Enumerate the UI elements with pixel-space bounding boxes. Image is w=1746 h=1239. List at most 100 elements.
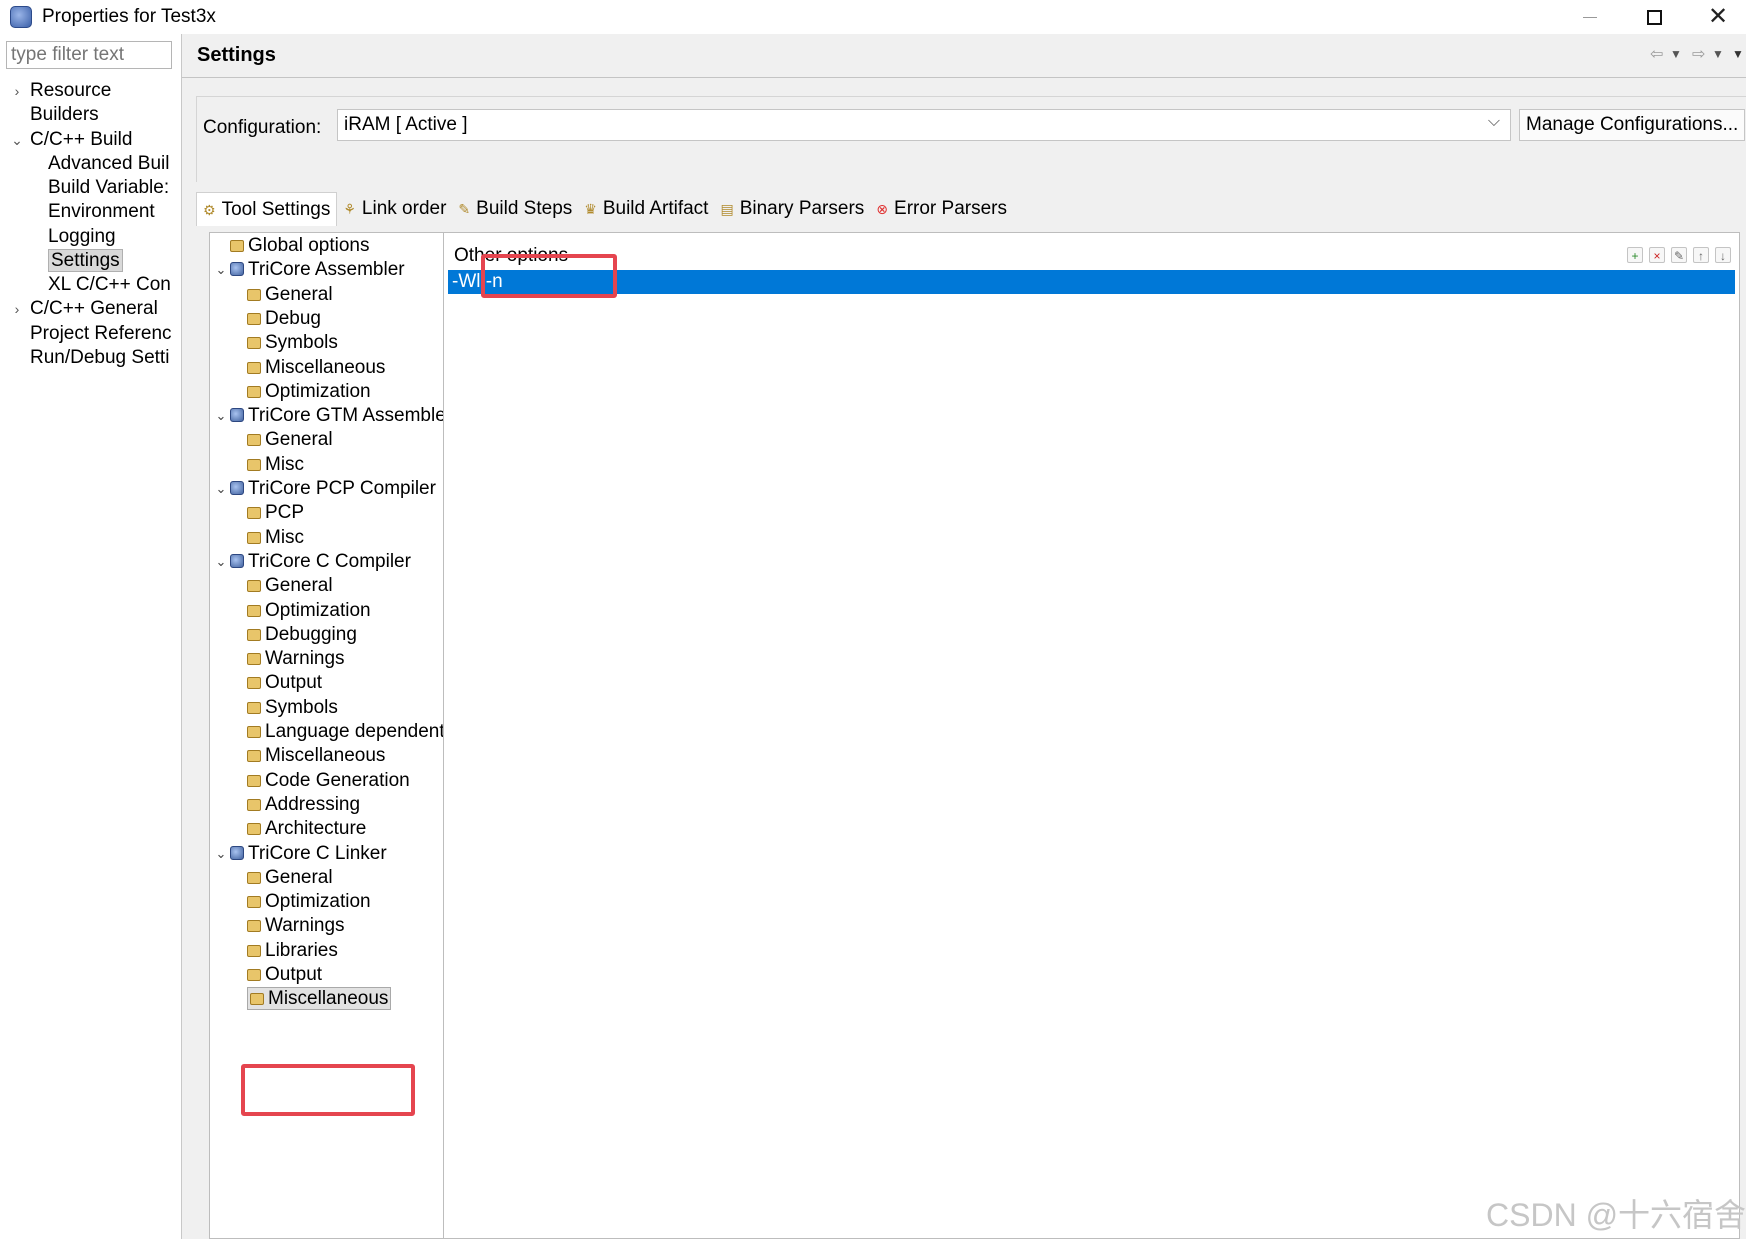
option-category-icon xyxy=(247,604,261,617)
option-category-icon xyxy=(247,385,261,398)
build-artifact-icon: ♛ xyxy=(584,201,597,217)
chevron-down-icon[interactable]: ⌄ xyxy=(214,842,228,866)
option-category-icon xyxy=(247,580,261,593)
tree-item-debug[interactable]: Debug xyxy=(247,307,321,331)
tree-item-tricore-c-linker[interactable]: TriCore C Linker xyxy=(230,842,387,866)
chevron-right-icon[interactable]: › xyxy=(10,296,24,322)
tree-item-output[interactable]: Output xyxy=(247,963,322,987)
nav-item-label: C/C++ Build xyxy=(30,129,133,150)
configuration-select[interactable]: iRAM [ Active ] ⌵ xyxy=(337,109,1511,141)
chevron-down-icon[interactable]: ⌄ xyxy=(214,258,228,282)
forward-arrow-icon[interactable]: ⇨ xyxy=(1692,44,1705,64)
nav-item-xl-c-c-con[interactable]: XL C/C++ Con xyxy=(48,272,172,298)
nav-item-environment[interactable]: Environment xyxy=(48,199,172,225)
tree-item-tricore-assembler[interactable]: TriCore Assembler xyxy=(230,258,405,282)
tree-item-symbols[interactable]: Symbols xyxy=(247,696,338,720)
chevron-down-icon[interactable]: ⌄ xyxy=(214,477,228,501)
watermark: CSDN @十六宿舍 xyxy=(1486,1197,1746,1233)
chevron-down-icon[interactable]: ⌄ xyxy=(10,127,24,153)
tree-item-label: Miscellaneous xyxy=(265,745,386,767)
close-button[interactable]: ✕ xyxy=(1690,0,1746,34)
tree-item-output[interactable]: Output xyxy=(247,671,322,695)
tab-error-parsers[interactable]: ⊗ Error Parsers xyxy=(870,192,1013,226)
tree-item-label: Output xyxy=(265,672,323,694)
move-down-icon[interactable]: ↓ xyxy=(1715,247,1731,263)
tree-item-warnings[interactable]: Warnings xyxy=(247,647,345,671)
tree-item-content: Debugging xyxy=(247,624,357,645)
tree-item-tricore-gtm-assembler[interactable]: TriCore GTM Assembler xyxy=(230,404,452,428)
minimize-button[interactable] xyxy=(1562,0,1618,34)
tree-item-tricore-pcp-compiler[interactable]: TriCore PCP Compiler xyxy=(230,477,436,501)
nav-item-run-debug-setti[interactable]: Run/Debug Setti xyxy=(30,345,172,371)
tree-item-label: Symbols xyxy=(265,696,338,718)
tree-item-optimization[interactable]: Optimization xyxy=(247,380,371,404)
tree-item-miscellaneous[interactable]: Miscellaneous xyxy=(247,744,385,768)
option-category-icon xyxy=(247,458,261,471)
tool-settings-icon: ⚙ xyxy=(203,202,216,218)
filter-input[interactable] xyxy=(6,41,172,69)
tree-item-misc[interactable]: Misc xyxy=(247,526,304,550)
dropdown-icon[interactable]: ▼ xyxy=(1670,47,1682,61)
nav-item-c-c-build[interactable]: C/C++ Build xyxy=(30,127,172,153)
tree-item-general[interactable]: General xyxy=(247,866,333,890)
tab-label: Tool Settings xyxy=(221,199,331,220)
tab-build-artifact[interactable]: ♛ Build Artifact xyxy=(578,192,714,226)
tree-item-libraries[interactable]: Libraries xyxy=(247,939,338,963)
link-order-icon: ⚘ xyxy=(343,201,356,217)
nav-item-label: XL C/C++ Con xyxy=(48,274,171,295)
tree-item-miscellaneous[interactable]: Miscellaneous xyxy=(247,356,385,380)
dropdown-icon[interactable]: ▼ xyxy=(1712,47,1724,61)
chevron-right-icon[interactable]: › xyxy=(10,78,24,104)
tab-build-steps[interactable]: ✎ Build Steps xyxy=(452,192,578,226)
tree-item-code-generation[interactable]: Code Generation xyxy=(247,769,410,793)
tree-item-content: Architecture xyxy=(247,818,366,839)
tree-item-optimization[interactable]: Optimization xyxy=(247,599,371,623)
tree-item-label: Architecture xyxy=(265,818,367,840)
back-arrow-icon[interactable]: ⇦ xyxy=(1650,44,1663,64)
tab-link-order[interactable]: ⚘ Link order xyxy=(337,192,452,226)
edit-icon[interactable]: ✎ xyxy=(1671,247,1687,263)
tab-binary-parsers[interactable]: ▤ Binary Parsers xyxy=(714,192,870,226)
property-page-nav: › Resource Builders ⌄ C/C++ Build Advanced Bu… xyxy=(0,34,182,1239)
tree-item-language-dependent[interactable]: Language dependent xyxy=(247,720,445,744)
nav-item-project-referenc[interactable]: Project Referenc xyxy=(30,321,172,347)
option-category-icon xyxy=(247,701,261,714)
add-icon[interactable]: + xyxy=(1627,247,1643,263)
tree-item-debugging[interactable]: Debugging xyxy=(247,623,357,647)
delete-icon[interactable]: × xyxy=(1649,247,1665,263)
tree-item-warnings[interactable]: Warnings xyxy=(247,914,345,938)
binary-parsers-icon: ▤ xyxy=(720,201,734,217)
nav-item-c-c-general[interactable]: C/C++ General xyxy=(30,296,172,322)
maximize-button[interactable] xyxy=(1626,0,1682,34)
nav-item-builders[interactable]: Builders xyxy=(30,102,172,128)
move-up-icon[interactable]: ↑ xyxy=(1693,247,1709,263)
nav-item-settings[interactable]: Settings xyxy=(48,248,172,274)
highlight-frame-option xyxy=(481,254,617,298)
tree-item-addressing[interactable]: Addressing xyxy=(247,793,360,817)
tree-item-tricore-c-compiler[interactable]: TriCore C Compiler xyxy=(230,550,411,574)
nav-item-build-variable[interactable]: Build Variable: xyxy=(48,175,172,201)
tab-tool-settings[interactable]: ⚙ Tool Settings xyxy=(196,192,338,226)
tree-item-general[interactable]: General xyxy=(247,283,333,307)
nav-item-resource[interactable]: Resource xyxy=(30,78,172,104)
tree-item-content: Optimization xyxy=(247,600,371,621)
tree-item-symbols[interactable]: Symbols xyxy=(247,331,338,355)
window-titlebar: Properties for Test3x ✕ xyxy=(0,0,1746,34)
nav-item-advanced-buil[interactable]: Advanced Buil xyxy=(48,151,172,177)
nav-item-logging[interactable]: Logging xyxy=(48,224,172,250)
tree-item-pcp[interactable]: PCP xyxy=(247,501,304,525)
tree-item-optimization[interactable]: Optimization xyxy=(247,890,371,914)
tree-item-content: General xyxy=(247,429,333,450)
manage-configurations-button[interactable]: Manage Configurations... xyxy=(1519,109,1745,141)
tree-item-general[interactable]: General xyxy=(247,428,333,452)
tree-item-content: Debug xyxy=(247,308,321,329)
tree-item-global-options[interactable]: Global options xyxy=(230,234,369,258)
tree-item-misc[interactable]: Misc xyxy=(247,453,304,477)
tree-item-architecture[interactable]: Architecture xyxy=(247,817,366,841)
chevron-down-icon[interactable]: ⌄ xyxy=(214,404,228,428)
menu-icon[interactable]: ▼ xyxy=(1732,47,1744,61)
option-list-item[interactable]: -Wl,-n xyxy=(448,270,1735,294)
tree-item-miscellaneous[interactable]: Miscellaneous xyxy=(247,987,392,1011)
tree-item-general[interactable]: General xyxy=(247,574,333,598)
chevron-down-icon[interactable]: ⌄ xyxy=(214,550,228,574)
